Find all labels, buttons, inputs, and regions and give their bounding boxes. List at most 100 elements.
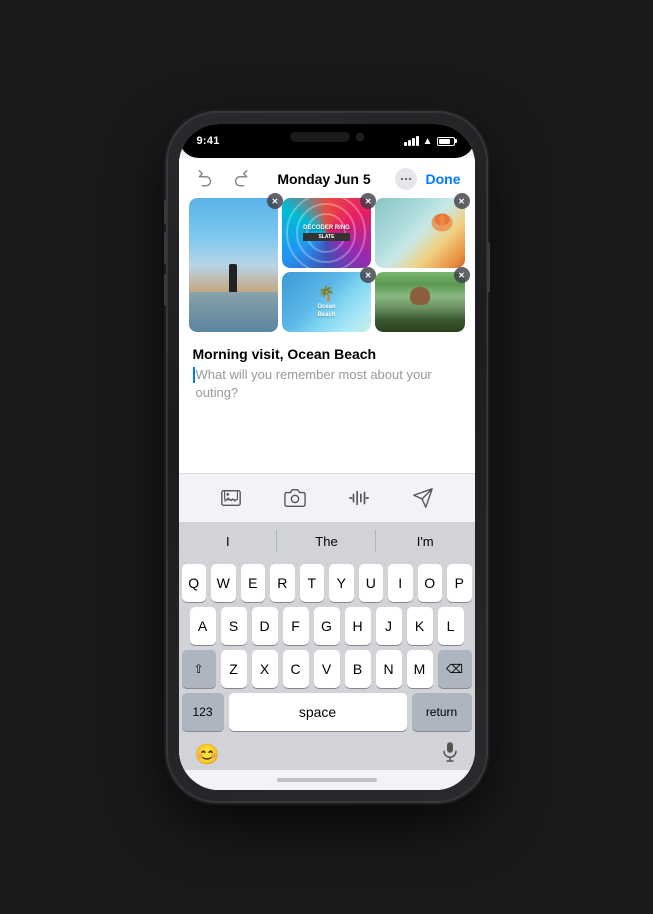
shift-key[interactable]: ⇧ xyxy=(182,650,216,688)
key-f[interactable]: F xyxy=(283,607,309,645)
status-bar: 9:41 ▲ xyxy=(179,124,475,158)
remove-ocean-beach-button[interactable]: ✕ xyxy=(360,267,376,283)
predict-item-3[interactable]: I'm xyxy=(376,522,475,560)
key-v[interactable]: V xyxy=(314,650,340,688)
remove-shell-button[interactable]: ✕ xyxy=(454,193,470,209)
toolbar-left xyxy=(193,166,253,192)
return-key[interactable]: return xyxy=(412,693,472,731)
key-a[interactable]: A xyxy=(190,607,216,645)
app-content: Monday Jun 5 Done xyxy=(179,158,475,790)
key-i[interactable]: I xyxy=(388,564,413,602)
delete-key[interactable]: ⌫ xyxy=(438,650,472,688)
key-z[interactable]: Z xyxy=(221,650,247,688)
status-time: 9:41 xyxy=(197,135,220,147)
status-icons: ▲ xyxy=(404,136,457,147)
key-d[interactable]: D xyxy=(252,607,278,645)
shell-attachment: ✕ xyxy=(375,198,464,268)
remove-beach-button[interactable]: ✕ xyxy=(267,193,283,209)
done-button[interactable]: Done xyxy=(425,171,460,187)
beach-attachment: ✕ xyxy=(189,198,278,332)
redo-icon xyxy=(231,170,249,188)
podcast-cover: DECODER RING SLATE xyxy=(282,198,371,268)
key-g[interactable]: G xyxy=(314,607,340,645)
redo-button[interactable] xyxy=(227,166,253,192)
key-l[interactable]: L xyxy=(438,607,464,645)
mic-key[interactable] xyxy=(441,741,459,768)
key-k[interactable]: K xyxy=(407,607,433,645)
waveform-icon xyxy=(348,487,370,509)
key-s[interactable]: S xyxy=(221,607,247,645)
remove-dog-button[interactable]: ✕ xyxy=(454,267,470,283)
keyboard-accessories: 😊 xyxy=(179,737,475,770)
shell-photo xyxy=(375,198,464,268)
gallery-tool[interactable] xyxy=(215,482,247,514)
predict-item-1[interactable]: I xyxy=(179,522,278,560)
camera-tool[interactable] xyxy=(279,482,311,514)
ellipsis-icon xyxy=(399,172,413,186)
volume-down-button[interactable] xyxy=(164,274,167,306)
key-y[interactable]: Y xyxy=(329,564,354,602)
podcast-subtitle: SLATE xyxy=(303,233,350,241)
key-w[interactable]: W xyxy=(211,564,236,602)
key-r[interactable]: R xyxy=(270,564,295,602)
key-q[interactable]: Q xyxy=(182,564,207,602)
key-p[interactable]: P xyxy=(447,564,472,602)
home-bar xyxy=(179,770,475,790)
key-c[interactable]: C xyxy=(283,650,309,688)
key-n[interactable]: N xyxy=(376,650,402,688)
note-body: What will you remember most about your o… xyxy=(193,366,461,402)
input-toolbar xyxy=(179,473,475,522)
ocean-icon: 🌴 xyxy=(318,285,335,302)
key-b[interactable]: B xyxy=(345,650,371,688)
beach-photo xyxy=(189,198,278,332)
key-e[interactable]: E xyxy=(241,564,266,602)
predictive-bar: I The I'm xyxy=(179,522,475,560)
media-attachments: ✕ DECODER RING SLATE xyxy=(179,198,475,340)
key-j[interactable]: J xyxy=(376,607,402,645)
numbers-key[interactable]: 123 xyxy=(182,693,224,731)
undo-icon xyxy=(197,170,215,188)
undo-button[interactable] xyxy=(193,166,219,192)
ocean-beach-attachment: 🌴 Ocean Beach ✕ xyxy=(282,272,371,332)
key-x[interactable]: X xyxy=(252,650,278,688)
send-tool[interactable] xyxy=(407,482,439,514)
gallery-icon xyxy=(220,487,242,509)
dog-attachment: ✕ xyxy=(375,272,464,332)
podcast-title: DECODER RING xyxy=(303,225,350,232)
audio-tool[interactable] xyxy=(343,482,375,514)
ocean-beach-label: Ocean Beach xyxy=(317,304,335,318)
key-u[interactable]: U xyxy=(359,564,384,602)
key-t[interactable]: T xyxy=(300,564,325,602)
camera-icon xyxy=(284,487,306,509)
podcast-attachment: DECODER RING SLATE ✕ xyxy=(282,198,371,268)
space-key[interactable]: space xyxy=(229,693,407,731)
phone-screen: 9:41 ▲ xyxy=(179,124,475,790)
note-placeholder: What will you remember most about your o… xyxy=(196,366,461,402)
key-o[interactable]: O xyxy=(418,564,443,602)
note-editor[interactable]: Morning visit, Ocean Beach What will you… xyxy=(179,340,475,410)
keyboard-row-2: A S D F G H J K L xyxy=(182,607,472,645)
editor-spacer xyxy=(179,410,475,473)
text-cursor xyxy=(193,367,195,383)
battery-icon xyxy=(437,137,457,146)
wifi-icon: ▲ xyxy=(423,136,433,147)
keyboard-row-4: 123 space return xyxy=(182,693,472,731)
volume-up-button[interactable] xyxy=(164,232,167,264)
editor-toolbar: Monday Jun 5 Done xyxy=(179,158,475,198)
notch-cutout xyxy=(277,124,377,150)
key-m[interactable]: M xyxy=(407,650,433,688)
more-button[interactable] xyxy=(395,168,417,190)
emoji-key[interactable]: 😊 xyxy=(195,742,220,767)
toolbar-right: Done xyxy=(395,168,460,190)
toolbar-title: Monday Jun 5 xyxy=(277,171,370,187)
key-h[interactable]: H xyxy=(345,607,371,645)
remove-podcast-button[interactable]: ✕ xyxy=(360,193,376,209)
home-indicator xyxy=(277,778,377,782)
arrow-send-icon xyxy=(412,487,434,509)
shell-svg xyxy=(427,206,457,236)
ocean-beach-tile: 🌴 Ocean Beach xyxy=(282,272,371,332)
silent-button[interactable] xyxy=(164,200,167,224)
power-button[interactable] xyxy=(487,242,490,292)
phone-frame: 9:41 ▲ xyxy=(167,112,487,802)
predict-item-2[interactable]: The xyxy=(277,522,376,560)
